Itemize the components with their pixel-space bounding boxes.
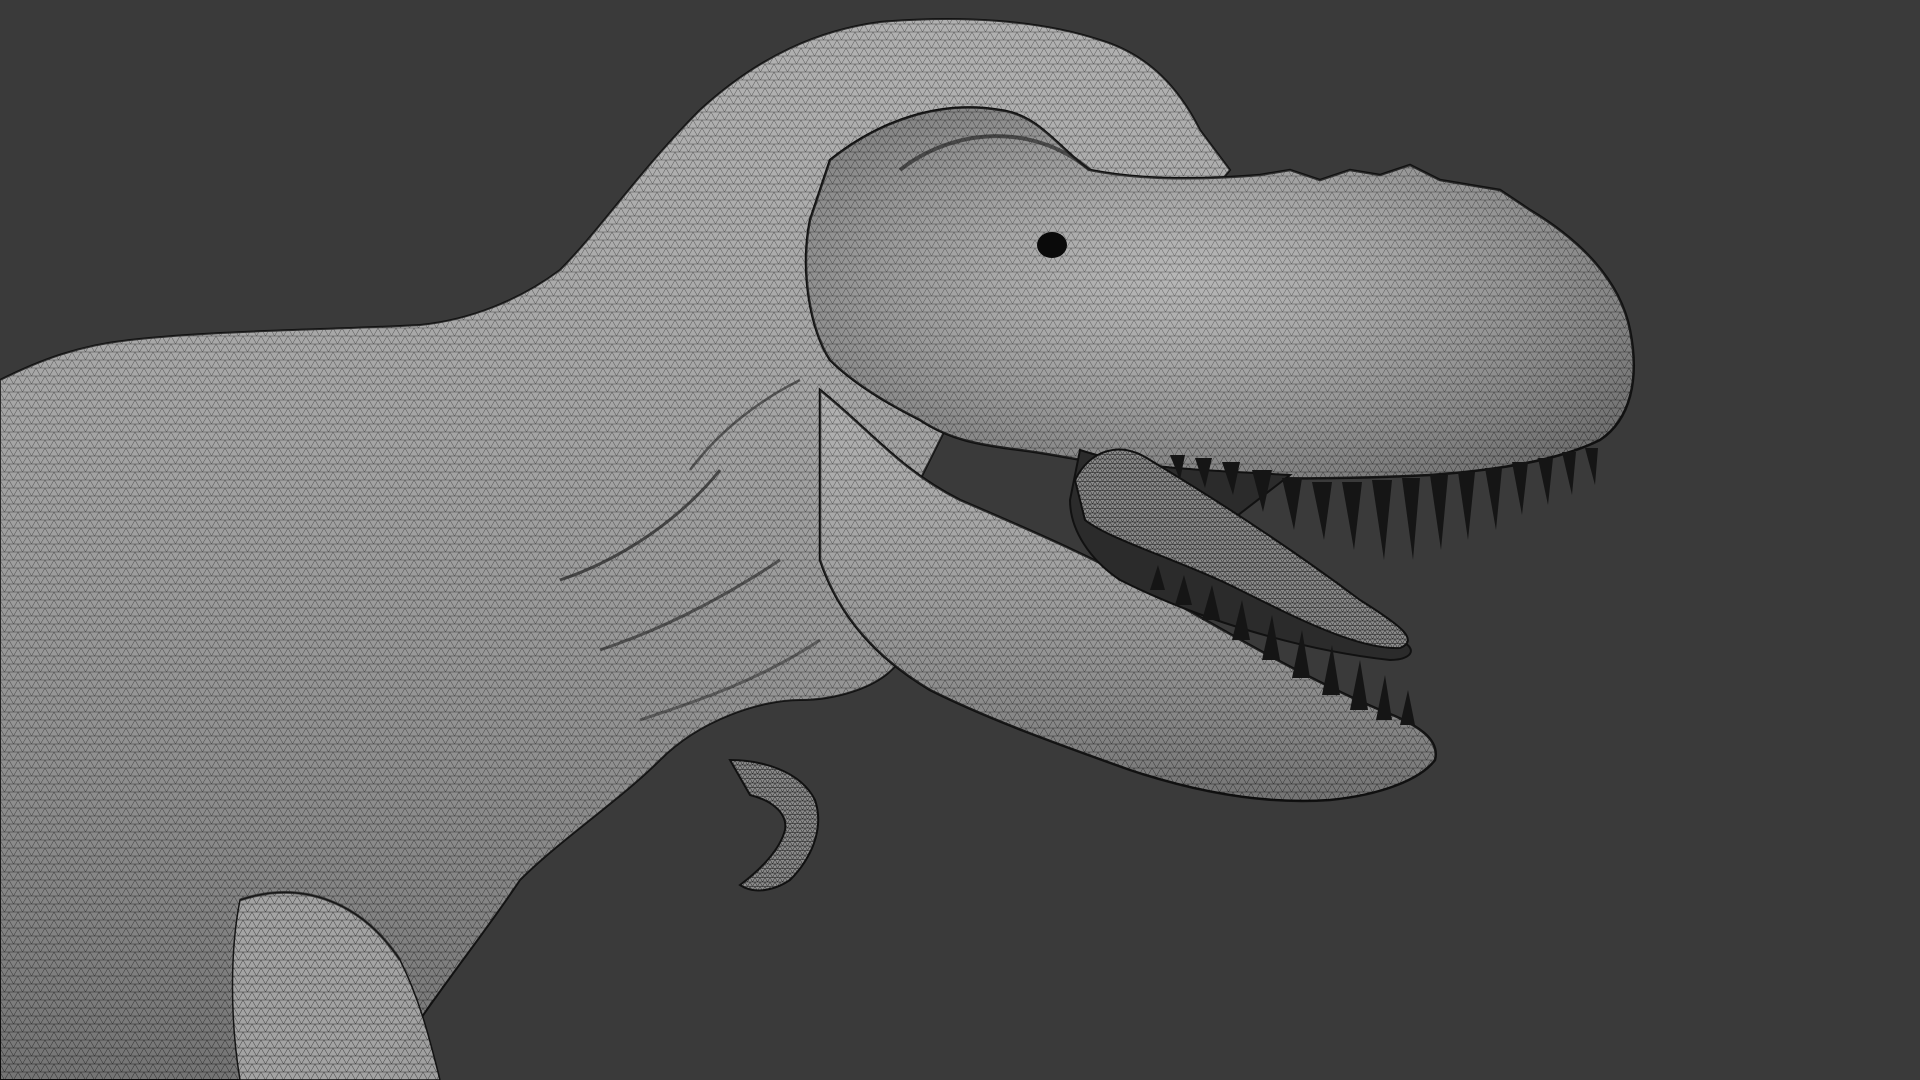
wireframe-render (0, 18, 1635, 1080)
3d-viewport[interactable] (0, 0, 1920, 1080)
arm-mesh (728, 758, 820, 892)
eye (1037, 232, 1067, 258)
